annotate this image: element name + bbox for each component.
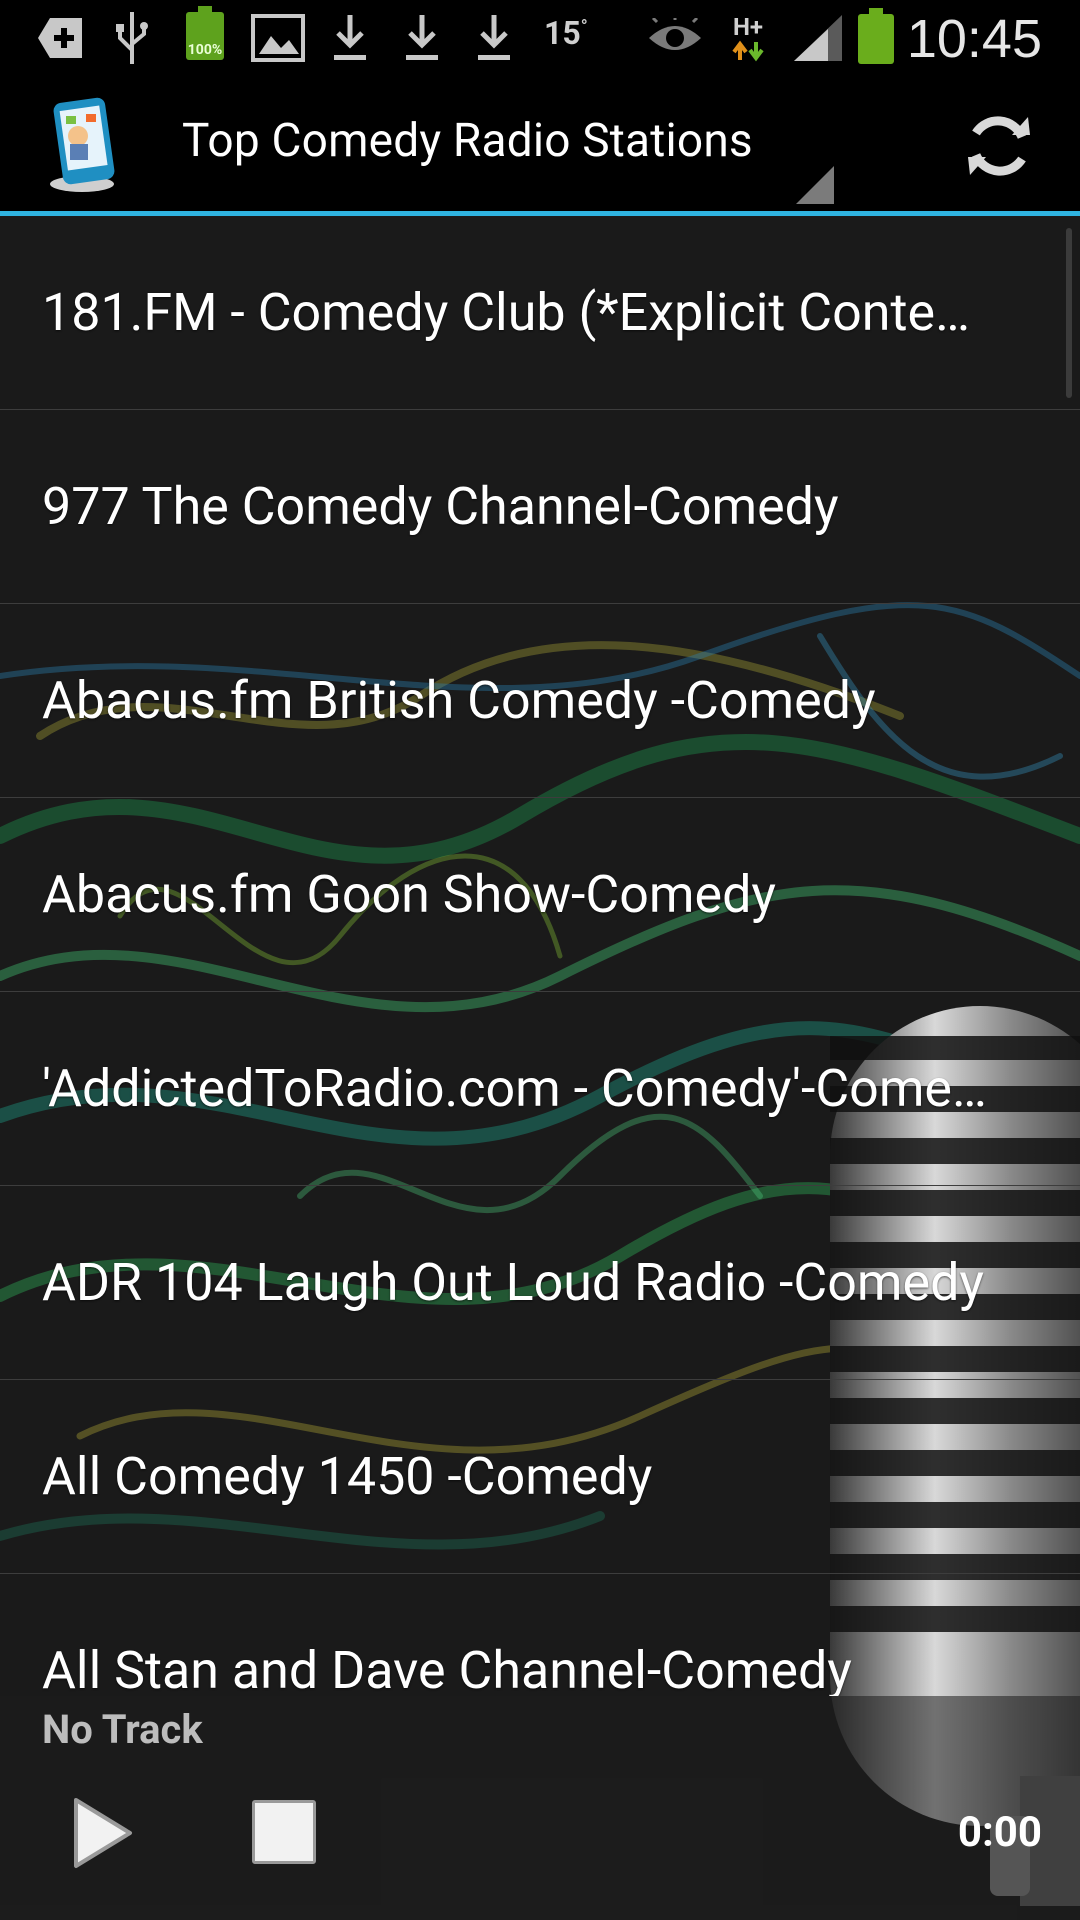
network-hplus-icon: H+ [726, 10, 770, 66]
action-bar: Top Comedy Radio Stations [0, 76, 1080, 216]
dropdown-indicator[interactable] [796, 166, 834, 204]
eye-icon [646, 10, 704, 66]
stop-button[interactable] [252, 1800, 316, 1864]
station-name: 'AddictedToRadio.com - Comedy'-Comedy [42, 1058, 992, 1119]
list-scrollbar[interactable] [1066, 228, 1072, 398]
download-icon [400, 10, 444, 66]
refresh-icon [968, 116, 1030, 176]
signal-strength-icon [792, 10, 844, 66]
battery-icon [858, 8, 894, 64]
station-list: 181.FM - Comedy Club (*Explicit Content*… [0, 216, 1080, 1696]
image-icon [250, 10, 306, 66]
radio-phone-app-icon[interactable] [48, 96, 120, 194]
add-notification-icon [36, 10, 86, 66]
play-button[interactable] [70, 1796, 134, 1870]
page-title[interactable]: Top Comedy Radio Stations [182, 114, 753, 168]
clock: 10:45 [906, 9, 1042, 69]
station-name: All Comedy 1450 -Comedy [42, 1446, 653, 1507]
list-item[interactable]: 181.FM - Comedy Club (*Explicit Content*… [0, 216, 1080, 410]
download-icon [328, 10, 372, 66]
player-bar: No Track 0:00 [0, 1696, 1080, 1920]
play-icon [74, 1798, 132, 1868]
list-item[interactable]: ADR 104 Laugh Out Loud Radio -Comedy [0, 1186, 1080, 1380]
list-item[interactable]: All Stan and Dave Channel-Comedy [0, 1574, 1080, 1696]
station-name: ADR 104 Laugh Out Loud Radio -Comedy [42, 1252, 984, 1313]
elapsed-time: 0:00 [957, 1808, 1042, 1857]
list-item[interactable]: All Comedy 1450 -Comedy [0, 1380, 1080, 1574]
list-item[interactable]: Abacus.fm British Comedy -Comedy [0, 604, 1080, 798]
station-name: Abacus.fm Goon Show-Comedy [42, 864, 776, 925]
list-item[interactable]: 'AddictedToRadio.com - Comedy'-Comedy [0, 992, 1080, 1186]
status-bar: 100% 15° H+ 10:45 [0, 0, 1080, 76]
weather-temperature: 15° [544, 14, 588, 52]
station-name: 977 The Comedy Channel-Comedy [42, 476, 839, 537]
battery-full-icon: 100% [186, 6, 224, 60]
list-item[interactable]: 977 The Comedy Channel-Comedy [0, 410, 1080, 604]
usb-icon [112, 10, 152, 66]
download-icon [472, 10, 516, 66]
track-title: No Track [42, 1706, 203, 1753]
station-name: Abacus.fm British Comedy -Comedy [42, 670, 876, 731]
list-item[interactable]: Abacus.fm Goon Show-Comedy [0, 798, 1080, 992]
refresh-button[interactable] [956, 106, 1042, 186]
station-name: All Stan and Dave Channel-Comedy [42, 1640, 852, 1696]
station-name: 181.FM - Comedy Club (*Explicit Content*… [42, 282, 992, 343]
